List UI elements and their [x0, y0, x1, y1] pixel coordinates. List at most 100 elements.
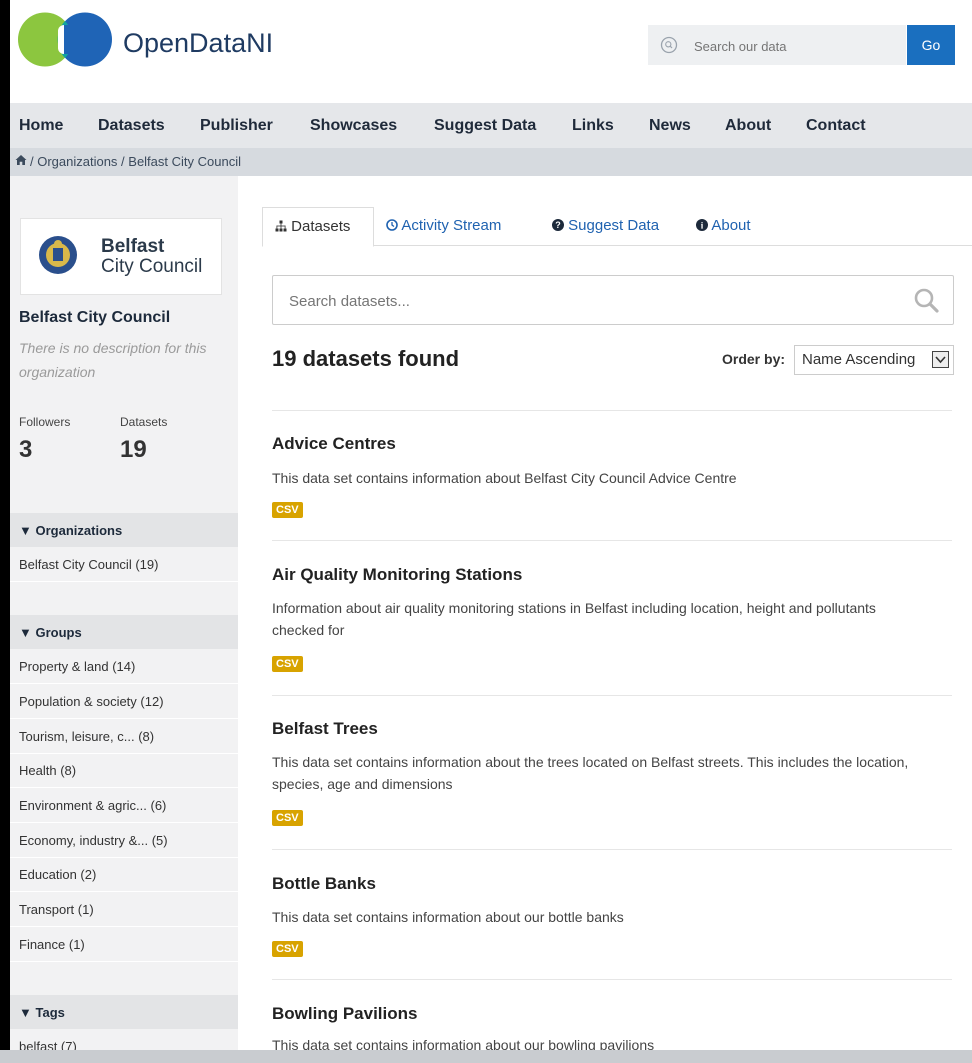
- page: OpenDataNI Go Home Datasets Publisher Sh…: [10, 0, 972, 1050]
- tab-datasets[interactable]: Datasets: [262, 207, 374, 247]
- groups-facet-heading: ▼ Groups: [10, 615, 238, 649]
- facet-org-item[interactable]: Belfast City Council (19): [10, 547, 238, 582]
- facet-group-item[interactable]: Economy, industry &... (5): [10, 823, 238, 858]
- csv-format-badge[interactable]: CSV: [272, 502, 303, 518]
- nav-showcases[interactable]: Showcases: [310, 117, 397, 135]
- facet-group-item[interactable]: Environment & agric... (6): [10, 788, 238, 823]
- facet-group-item[interactable]: Property & land (14): [10, 649, 238, 684]
- site-header: OpenDataNI Go: [10, 0, 972, 103]
- org-tabs: Datasets Activity Stream ? Suggest Data: [262, 207, 972, 247]
- facet-group-item[interactable]: Health (8): [10, 753, 238, 788]
- dataset-search-box: [272, 275, 954, 325]
- datasets-label: Datasets: [120, 415, 168, 429]
- dataset-title[interactable]: Bottle Banks: [272, 874, 376, 894]
- facet-group-label: Tourism, leisure, c... (8): [19, 729, 155, 744]
- facet-group-item[interactable]: Tourism, leisure, c... (8): [10, 719, 238, 754]
- dataset-description: Information about air quality monitoring…: [272, 600, 876, 638]
- nav-home[interactable]: Home: [19, 117, 63, 135]
- sidebar: Belfast City Council Belfast City Counci…: [10, 176, 238, 1050]
- tags-heading-text: Tags: [35, 1005, 65, 1020]
- dataset-description: This data set contains information about…: [272, 1037, 655, 1050]
- dataset-search-input[interactable]: [287, 289, 891, 313]
- question-circle-icon: ?: [552, 219, 564, 231]
- facet-group-item[interactable]: Population & society (12): [10, 684, 238, 719]
- org-logo-box[interactable]: Belfast City Council: [20, 218, 222, 295]
- tab-activity-stream[interactable]: Activity Stream: [386, 207, 526, 245]
- nav-contact[interactable]: Contact: [806, 117, 866, 135]
- main-nav: Home Datasets Publisher Showcases Sugges…: [10, 103, 972, 148]
- org-description: There is no description for this organiz…: [19, 340, 207, 380]
- facet-group-label: Finance (1): [19, 937, 85, 952]
- divider: [272, 410, 952, 411]
- order-by-label: Order by:: [722, 351, 786, 367]
- go-button[interactable]: Go: [907, 25, 955, 65]
- search-icon[interactable]: [913, 287, 939, 313]
- divider: [272, 540, 952, 541]
- dataset-title[interactable]: Belfast Trees: [272, 719, 378, 739]
- crest-icon: [39, 236, 77, 274]
- facet-group-label: Transport (1): [19, 902, 94, 917]
- csv-format-badge[interactable]: CSV: [272, 941, 303, 957]
- results-count: 19 datasets found: [272, 346, 460, 371]
- home-icon[interactable]: [15, 154, 27, 166]
- facet-group-label: Environment & agric... (6): [19, 798, 167, 813]
- facet-group-item[interactable]: Education (2): [10, 857, 238, 892]
- csv-format-badge[interactable]: CSV: [272, 656, 303, 672]
- followers-label: Followers: [19, 415, 71, 429]
- tab-suggest-label: Suggest Data: [568, 217, 660, 234]
- breadcrumb-text[interactable]: / Organizations / Belfast City Council: [30, 154, 241, 169]
- nav-news[interactable]: News: [649, 117, 691, 135]
- csv-format-badge[interactable]: CSV: [272, 810, 303, 826]
- sitemap-icon: [275, 220, 287, 232]
- dataset-title[interactable]: Advice Centres: [272, 434, 396, 454]
- nav-about[interactable]: About: [725, 117, 771, 135]
- facet-group-label: Health (8): [19, 763, 77, 778]
- facet-group-label: Economy, industry &... (5): [19, 833, 168, 848]
- tab-about-label: About: [711, 217, 751, 234]
- divider: [272, 695, 952, 696]
- dataset-title[interactable]: Bowling Pavilions: [272, 1004, 417, 1024]
- brand-name[interactable]: OpenDataNI: [123, 28, 273, 59]
- facet-tag-label: belfast (7): [19, 1039, 77, 1050]
- facet-group-label: Property & land (14): [19, 659, 136, 674]
- tab-datasets-label: Datasets: [291, 218, 351, 235]
- groups-heading-text: Groups: [35, 625, 82, 640]
- org-title: Belfast City Council: [19, 309, 171, 326]
- chevron-down-icon: [932, 351, 949, 368]
- org-logo-text: Belfast City Council: [101, 237, 202, 277]
- tab-suggest-data[interactable]: ? Suggest Data: [540, 207, 670, 245]
- breadcrumb: / Organizations / Belfast City Council: [10, 148, 972, 176]
- facet-group-label: Population & society (12): [19, 694, 164, 709]
- nav-suggest-data[interactable]: Suggest Data: [434, 117, 536, 135]
- dataset-description: This data set contains information about…: [272, 470, 737, 486]
- tab-about[interactable]: i About: [684, 207, 764, 245]
- organizations-heading-text: Organizations: [35, 523, 123, 538]
- nav-links[interactable]: Links: [572, 117, 614, 135]
- site-search-input[interactable]: [692, 34, 896, 58]
- org-logo-line1: Belfast: [101, 236, 165, 257]
- org-logo-line2: City Council: [101, 256, 203, 277]
- filter-icon: ▼: [19, 625, 32, 640]
- order-by-value: Name Ascending: [802, 351, 916, 368]
- filter-icon: ▼: [19, 1005, 32, 1020]
- clock-icon: [386, 219, 398, 231]
- opendatani-logo-icon[interactable]: [18, 12, 113, 67]
- tags-facet-heading: ▼ Tags: [10, 995, 238, 1029]
- tab-activity-label: Activity Stream: [401, 217, 502, 234]
- dataset-description: This data set contains information about…: [272, 754, 909, 792]
- divider: [272, 979, 952, 980]
- order-by-select[interactable]: Name Ascending: [794, 345, 954, 375]
- facet-group-item[interactable]: Finance (1): [10, 927, 238, 962]
- dataset-title[interactable]: Air Quality Monitoring Stations: [272, 565, 522, 585]
- nav-publisher[interactable]: Publisher: [200, 117, 273, 135]
- organizations-facet-heading: ▼ Organizations: [10, 513, 238, 547]
- facet-tag-item[interactable]: belfast (7): [10, 1029, 238, 1050]
- search-icon: [660, 36, 678, 54]
- facet-group-item[interactable]: Transport (1): [10, 892, 238, 927]
- nav-datasets[interactable]: Datasets: [98, 117, 165, 135]
- facet-org-label: Belfast City Council (19): [19, 557, 159, 572]
- svg-text:?: ?: [555, 220, 561, 230]
- facet-group-label: Education (2): [19, 867, 97, 882]
- taskbar-strip: [0, 1050, 972, 1063]
- filter-icon: ▼: [19, 523, 32, 538]
